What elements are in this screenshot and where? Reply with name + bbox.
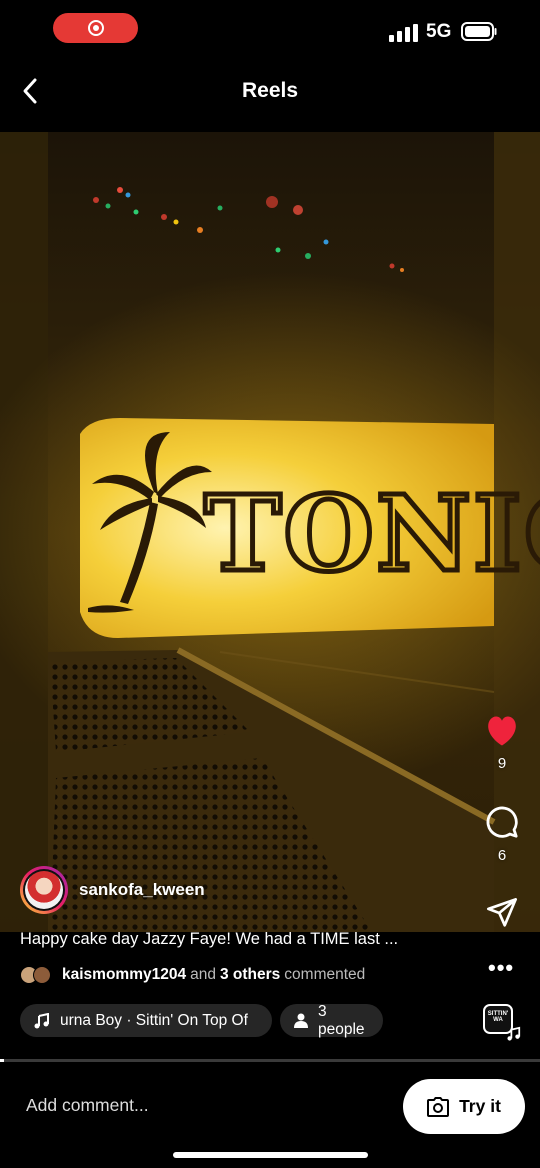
reel-video[interactable]: TONIG xyxy=(0,132,540,932)
comment-summary[interactable]: kaismommy1204 and 3 others commented xyxy=(20,965,369,985)
reel-author[interactable]: sankofa_kween xyxy=(20,866,205,914)
try-it-button[interactable]: Try it xyxy=(403,1079,525,1134)
like-action[interactable]: 9 xyxy=(477,715,527,772)
person-icon xyxy=(294,1013,308,1028)
music-note-icon xyxy=(507,1026,521,1041)
people-tag-pill[interactable]: 3 people xyxy=(280,1002,383,1038)
comment-count: 6 xyxy=(497,847,507,864)
home-indicator[interactable] xyxy=(173,1152,368,1158)
camera-icon xyxy=(427,1096,450,1117)
status-bar: 5G xyxy=(0,0,540,62)
progress-fill xyxy=(0,1059,4,1062)
screen-recording-indicator[interactable] xyxy=(53,13,138,43)
commenter-avatars xyxy=(20,965,56,985)
commenters-suffix: commented xyxy=(284,966,366,983)
comment-action[interactable]: 6 xyxy=(477,805,527,864)
more-options-button[interactable]: ••• xyxy=(488,955,514,981)
commenters-others: 3 others xyxy=(219,966,281,983)
author-username[interactable]: sankofa_kween xyxy=(79,880,205,900)
network-type: 5G xyxy=(426,21,452,42)
record-icon xyxy=(87,20,104,36)
reel-caption[interactable]: Happy cake day Jazzy Faye! We had a TIME… xyxy=(20,930,398,949)
sign-text: TONIG xyxy=(204,472,540,595)
try-it-label: Try it xyxy=(459,1096,501,1116)
music-note-icon xyxy=(34,1012,50,1029)
video-progress-bar[interactable] xyxy=(0,1059,540,1062)
page-title: Reels xyxy=(241,79,299,102)
signal-icon xyxy=(389,24,418,42)
heart-icon xyxy=(488,716,516,746)
commenter-username: kaismommy1204 xyxy=(62,966,187,983)
music-label: urna Boy · Sittin' On Top Of xyxy=(60,1011,248,1029)
header: Reels xyxy=(0,62,540,132)
comment-icon xyxy=(486,806,518,838)
comment-input[interactable]: Add comment... xyxy=(26,1095,149,1116)
music-pill[interactable]: urna Boy · Sittin' On Top Of xyxy=(20,1004,272,1037)
share-icon[interactable] xyxy=(485,898,519,928)
people-label: 3 people xyxy=(318,1002,365,1038)
audio-thumbnail[interactable]: SITTIN' WA xyxy=(483,1004,521,1042)
battery-icon xyxy=(461,22,497,41)
commenters-and: and xyxy=(190,966,216,983)
avatar[interactable] xyxy=(20,866,68,914)
like-count: 9 xyxy=(497,755,507,772)
